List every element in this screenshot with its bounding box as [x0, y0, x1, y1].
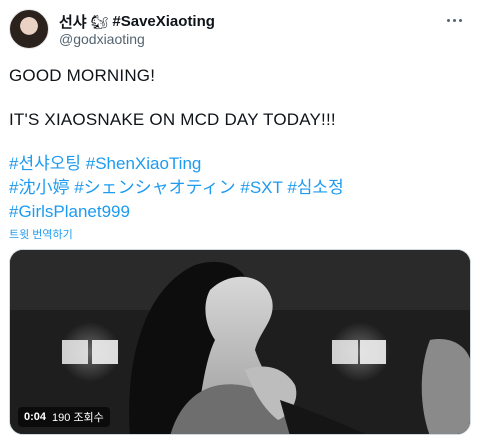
- hashtag-link[interactable]: #SXT: [240, 178, 282, 197]
- avatar[interactable]: [9, 9, 49, 49]
- author-row[interactable]: 선샤 🐿 #SaveXiaoting: [59, 11, 215, 32]
- tweet-text-line: GOOD MORNING!: [9, 66, 156, 85]
- video-player[interactable]: 0:04 190 조회수: [9, 249, 471, 435]
- translate-tweet-link[interactable]: 트윗 번역하기: [9, 226, 73, 242]
- more-options-icon[interactable]: [440, 10, 468, 30]
- hashtag-block: #션샤오팅 #ShenXiaoTing #沈小婷 #シェンシャオティン #SXT…: [9, 152, 474, 224]
- author-handle[interactable]: @godxiaoting: [59, 31, 145, 47]
- hashtag-link[interactable]: #シェンシャオティン: [74, 178, 235, 197]
- tweet-text-line: IT'S XIAOSNAKE ON MCD DAY TODAY!!!: [9, 110, 336, 129]
- hashtag-link[interactable]: #ShenXiaoTing: [86, 154, 202, 173]
- hashtag-link[interactable]: #GirlsPlanet999: [9, 202, 130, 221]
- squirrel-emoji-icon: 🐿: [90, 13, 109, 30]
- video-view-count: 190 조회수: [52, 412, 104, 424]
- hashtag-row: #션샤오팅 #ShenXiaoTing: [9, 152, 474, 176]
- video-duration: 0:04: [24, 411, 47, 423]
- author-name-hashtag[interactable]: #SaveXiaoting: [112, 13, 215, 30]
- hashtag-row: #GirlsPlanet999: [9, 200, 474, 224]
- hashtag-link[interactable]: #沈小婷: [9, 178, 69, 197]
- hashtag-link[interactable]: #션샤오팅: [9, 154, 81, 173]
- hashtag-link[interactable]: #심소정: [287, 178, 343, 197]
- video-stats-badge: 0:04 190 조회수: [18, 407, 110, 427]
- author-display-name[interactable]: 선샤: [59, 11, 87, 32]
- hashtag-row: #沈小婷 #シェンシャオティン #SXT #심소정: [9, 176, 474, 200]
